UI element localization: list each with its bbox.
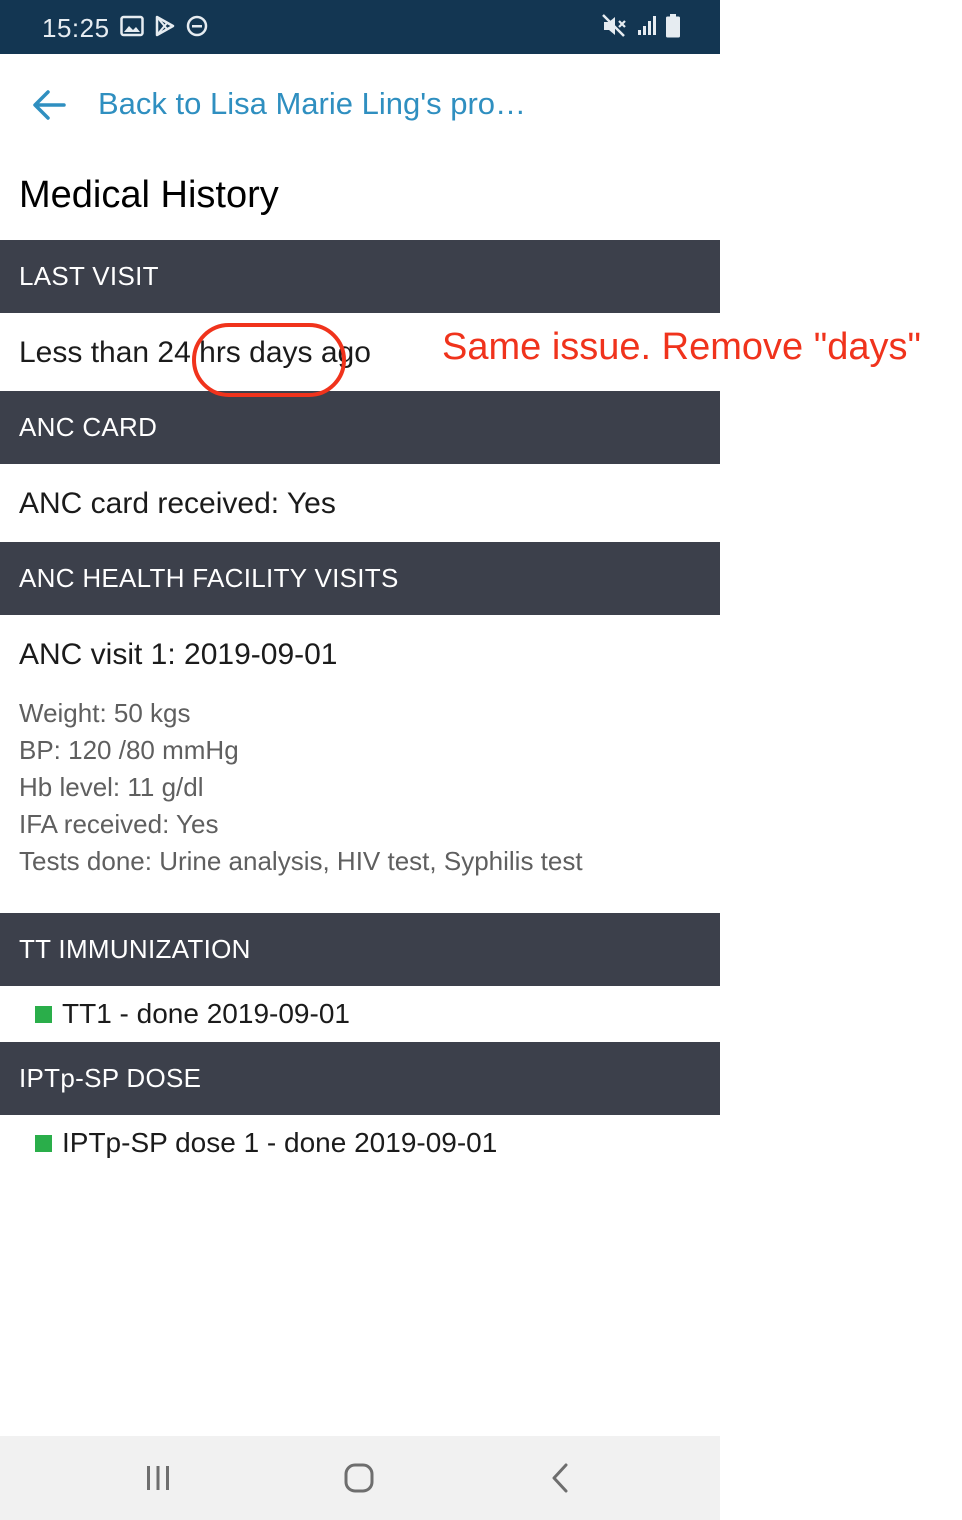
section-header-iptp-sp: IPTp-SP DOSE bbox=[0, 1042, 720, 1115]
navigation-bar bbox=[0, 1436, 720, 1520]
section-header-anc-card: ANC CARD bbox=[0, 391, 720, 464]
detail-weight: Weight: 50 kgs bbox=[19, 698, 191, 728]
do-not-disturb-icon bbox=[186, 15, 208, 37]
back-link[interactable]: Back to Lisa Marie Ling's pro… bbox=[0, 54, 720, 156]
detail-tests-done: Tests done: Urine analysis, HIV test, Sy… bbox=[19, 846, 583, 876]
annotation-note: Same issue. Remove "days" bbox=[442, 326, 921, 368]
recent-apps-icon[interactable] bbox=[138, 1460, 178, 1496]
iptp-sp-item: IPTp-SP dose 1 - done 2019-09-01 bbox=[35, 1127, 497, 1159]
mute-icon bbox=[602, 14, 626, 37]
battery-icon bbox=[666, 14, 680, 38]
annotation-circle bbox=[192, 323, 346, 397]
status-bar: 15:25 bbox=[0, 0, 720, 54]
section-header-tt-immunization: TT IMMUNIZATION bbox=[0, 913, 720, 986]
iptp-sp-label: IPTp-SP dose 1 - done 2019-09-01 bbox=[62, 1127, 498, 1158]
image-icon bbox=[120, 15, 144, 37]
detail-ifa-received: IFA received: Yes bbox=[19, 809, 219, 839]
phone-screen: 15:25 Back to Lisa Marie Ling's pro… Med… bbox=[0, 0, 720, 1520]
anc-card-value: ANC card received: Yes bbox=[19, 487, 336, 520]
anc-visit-details: Weight: 50 kgs BP: 120 /80 mmHg Hb level… bbox=[19, 695, 583, 880]
home-icon[interactable] bbox=[339, 1460, 379, 1496]
play-store-icon bbox=[155, 15, 175, 37]
back-nav-icon[interactable] bbox=[540, 1460, 580, 1496]
status-time: 15:25 bbox=[42, 13, 110, 43]
back-arrow-icon[interactable] bbox=[30, 88, 70, 122]
tt-immunization-label: TT1 - done 2019-09-01 bbox=[62, 998, 350, 1029]
detail-hb-level: Hb level: 11 g/dl bbox=[19, 772, 204, 802]
done-status-icon bbox=[35, 1005, 52, 1023]
section-header-last-visit: LAST VISIT bbox=[0, 240, 720, 313]
back-link-label[interactable]: Back to Lisa Marie Ling's pro… bbox=[98, 86, 526, 122]
tt-immunization-item: TT1 - done 2019-09-01 bbox=[35, 998, 350, 1030]
signal-icon bbox=[638, 16, 656, 35]
anc-visit-title: ANC visit 1: 2019-09-01 bbox=[19, 638, 338, 671]
done-status-icon bbox=[35, 1134, 52, 1152]
detail-bp: BP: 120 /80 mmHg bbox=[19, 735, 239, 765]
section-header-anc-visits: ANC HEALTH FACILITY VISITS bbox=[0, 542, 720, 615]
page-title: Medical History bbox=[19, 174, 279, 216]
